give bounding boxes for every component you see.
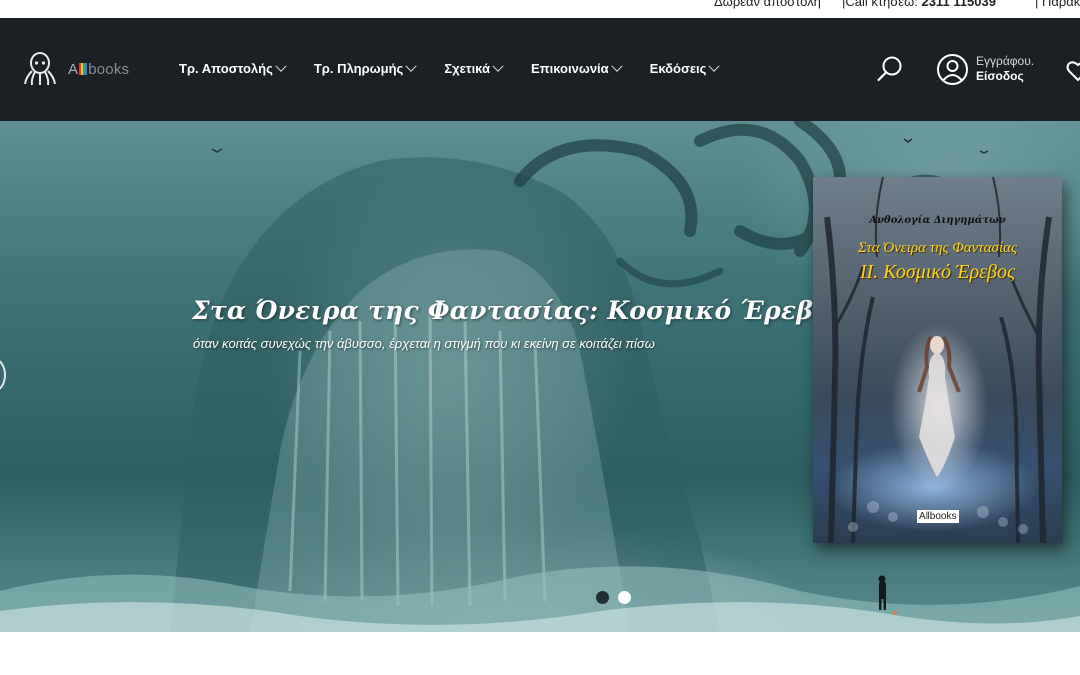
call-info: |Call κτήσεω: 2311 115039 — [842, 0, 996, 9]
heart-icon[interactable] — [1066, 59, 1080, 83]
slider-pagination — [596, 591, 640, 604]
book-cover-artwork — [824, 177, 1052, 543]
slider-dot-2[interactable] — [618, 591, 631, 604]
top-info-bar: Δωρεάν αποστολή |Call κτήσεω: 2311 11503… — [0, 0, 1080, 18]
hero-title: Στα Όνειρα της Φαντασίας: Κοσμικό Έρεβος — [192, 296, 846, 325]
call-number[interactable]: 2311 115039 — [921, 0, 995, 9]
free-shipping-link[interactable]: Δωρεάν αποστολή — [714, 0, 821, 9]
book-publisher-logo: A‖books — [917, 510, 959, 523]
menu-item-payment[interactable]: Τρ. Πληρωμής — [313, 60, 417, 76]
brand-name: Abooks — [68, 61, 129, 78]
nav-menu: Τρ. Αποστολής Τρ. Πληρωμής Σχετικά Επικο… — [179, 60, 747, 76]
brand-color-bar — [79, 62, 88, 75]
login-label[interactable]: Είσοδος — [976, 69, 1034, 84]
octopus-logo-icon — [24, 52, 56, 86]
track-order-link[interactable]: | Παρακο — [1035, 0, 1080, 9]
brand-suffix: books — [88, 60, 130, 78]
chevron-down-icon — [405, 60, 417, 72]
slider-dot-1[interactable] — [596, 591, 609, 604]
book-anthology-label: Ανθολογία Διηγημάτων — [869, 215, 1006, 226]
menu-item-label: Επικοινωνία — [531, 61, 609, 76]
menu-item-shipping[interactable]: Τρ. Αποστολής — [179, 60, 287, 76]
book-title-line1: Στα Όνειρα της Φαντασίας — [857, 240, 1018, 256]
menu-item-publications[interactable]: Εκδόσεις — [649, 60, 721, 76]
menu-item-label: Σχετικά — [444, 61, 490, 76]
book-cover[interactable]: Ανθολογία Διηγημάτων Στα Όνειρα της Φαντ… — [813, 177, 1062, 543]
search-icon[interactable] — [876, 55, 904, 83]
hero-slider: Στα Όνειρα της Φαντασίας: Κοσμικό Έρεβος… — [0, 121, 1080, 632]
menu-item-contact[interactable]: Επικοινωνία — [531, 60, 623, 76]
main-navigation: Abooks Τρ. Αποστολής Τρ. Πληρωμής Σχετικ… — [0, 18, 1080, 121]
chevron-down-icon — [610, 60, 623, 72]
menu-item-about[interactable]: Σχετικά — [444, 60, 504, 76]
call-label: |Call κτήσεω: — [842, 0, 918, 9]
login-register-link[interactable]: Εγγράφου. Είσοδος — [976, 54, 1034, 84]
user-icon[interactable] — [936, 53, 969, 86]
site-logo[interactable]: Abooks — [22, 51, 129, 87]
menu-item-label: Τρ. Πληρωμής — [313, 61, 404, 76]
chevron-down-icon — [275, 60, 287, 72]
brand-prefix: A — [68, 60, 79, 78]
book-title-line2: ΙΙ. Κοσμικό Έρεβος — [859, 261, 1016, 283]
chevron-down-icon — [708, 60, 721, 72]
register-label[interactable]: Εγγράφου. — [976, 54, 1034, 69]
chevron-down-icon — [492, 60, 504, 72]
menu-item-label: Εκδόσεις — [649, 61, 707, 76]
hero-subtitle: όταν κοιτάς συνεχώς την άβυσσο, έρχεται … — [193, 336, 655, 351]
menu-item-label: Τρ. Αποστολής — [179, 61, 273, 76]
